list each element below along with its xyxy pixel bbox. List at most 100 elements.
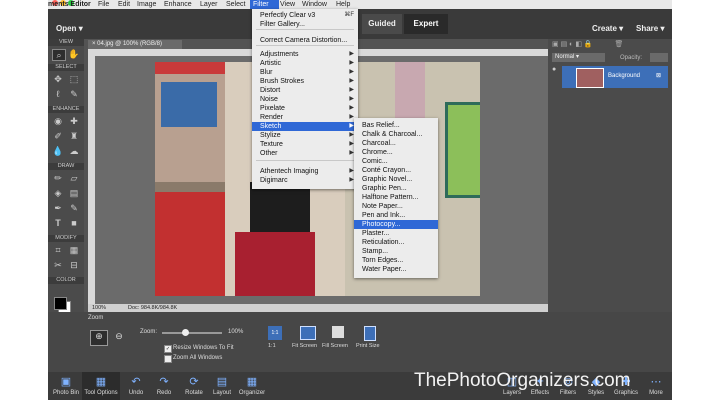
straighten-icon[interactable]: ⊟ <box>68 260 80 270</box>
sketch-menu-item[interactable]: Pen and Ink... <box>354 211 438 220</box>
filter-menu-item[interactable]: Brush Strokes ▶ <box>252 77 358 86</box>
lasso-icon[interactable]: ℓ <box>52 89 64 99</box>
filter-menu-item[interactable]: Noise ▶ <box>252 95 358 104</box>
filter-menu-item[interactable]: Digimarc ▶ <box>252 176 358 185</box>
menu-file[interactable]: File <box>98 0 109 9</box>
menu-view[interactable]: View <box>280 0 295 9</box>
eraser-icon[interactable]: ▱ <box>68 173 80 183</box>
zoom-slider-handle[interactable] <box>182 329 189 336</box>
filter-menu-item[interactable]: Pixelate ▶ <box>252 104 358 113</box>
sketch-menu-item[interactable]: Comic... <box>354 157 438 166</box>
sketch-menu-item[interactable]: Graphic Novel... <box>354 175 438 184</box>
photo-bin-button[interactable]: ▣ Photo Bin <box>48 372 84 396</box>
eye-icon[interactable]: ◉ <box>52 116 64 126</box>
menu-layer[interactable]: Layer <box>200 0 218 9</box>
filter-menu-item[interactable]: Athentech Imaging ▶ <box>252 167 358 176</box>
menu-select[interactable]: Select <box>226 0 245 9</box>
more-button[interactable]: ⋯ More <box>638 372 672 396</box>
filter-menu-item[interactable]: Render ▶ <box>252 113 358 122</box>
shape-icon[interactable]: ■ <box>68 218 80 228</box>
create-button[interactable]: Create ▾ <box>592 24 623 33</box>
sketch-menu-item[interactable]: Bas Relief... <box>354 121 438 130</box>
print-size-icon[interactable] <box>364 326 376 341</box>
menu-enhance[interactable]: Enhance <box>164 0 192 9</box>
filter-menu-item[interactable]: Blur ▶ <box>252 68 358 77</box>
sketch-menu-item[interactable]: Graphic Pen... <box>354 184 438 193</box>
zoom-slider[interactable] <box>162 332 222 334</box>
spot-healing-icon[interactable]: ✚ <box>68 116 80 126</box>
sketch-menu-item[interactable]: Photocopy... <box>354 220 438 229</box>
filter-menu-item[interactable]: Texture ▶ <box>252 140 358 149</box>
filter-menu-item[interactable]: Correct Camera Distortion... <box>252 36 358 45</box>
document-tab[interactable]: × 04.jpg @ 100% (RGB/8) <box>88 40 182 49</box>
open-button[interactable]: Open ▾ <box>56 24 83 33</box>
menu-image[interactable]: Image <box>137 0 156 9</box>
paint-bucket-icon[interactable]: ◈ <box>52 188 64 198</box>
visibility-eye-icon[interactable]: ● <box>552 66 558 74</box>
sponge-icon[interactable]: ☁ <box>68 146 80 156</box>
filter-menu-item[interactable]: Adjustments ▶ <box>252 50 358 59</box>
menu-filter[interactable]: Filter <box>250 0 279 9</box>
opacity-field[interactable] <box>650 53 668 62</box>
fill-screen-icon[interactable] <box>332 326 344 338</box>
zoom-out-icon[interactable]: ⊖ <box>112 331 126 345</box>
organizer-button[interactable]: ▦ Organizer <box>234 372 270 396</box>
filter-menu-item[interactable]: Artistic ▶ <box>252 59 358 68</box>
foreground-color-swatch[interactable] <box>54 297 67 310</box>
tab-expert[interactable]: Expert <box>404 14 448 34</box>
resize-windows-checkbox[interactable]: ✓ <box>164 345 172 353</box>
filter-menu-item[interactable]: Stylize ▶ <box>252 131 358 140</box>
marquee-icon[interactable]: ⬚ <box>68 74 80 84</box>
brush-icon[interactable]: ✏ <box>52 173 64 183</box>
filter-menu-item[interactable]: Filter Gallery... <box>252 20 358 29</box>
share-button[interactable]: Share ▾ <box>636 24 664 33</box>
sketch-menu-item[interactable]: Torn Edges... <box>354 256 438 265</box>
blur-icon[interactable]: 💧 <box>52 146 64 156</box>
quick-selection-icon[interactable]: ✎ <box>68 89 80 99</box>
sketch-menu-item[interactable]: Halftone Pattern... <box>354 193 438 202</box>
one-to-one-button[interactable]: 1:1 <box>268 343 276 349</box>
lock-icon[interactable]: 🔒 <box>584 41 595 48</box>
zoom-in-icon[interactable]: ⊕ <box>90 330 108 346</box>
sketch-menu-item[interactable]: Charcoal... <box>354 139 438 148</box>
pencil-icon[interactable]: ✎ <box>68 203 80 213</box>
fit-screen-button[interactable]: Fit Screen <box>292 343 317 349</box>
eyedropper-icon[interactable]: ✒ <box>52 203 64 213</box>
hand-icon[interactable]: ✋ <box>68 49 80 59</box>
sketch-menu-item[interactable]: Stamp... <box>354 247 438 256</box>
menu-edit[interactable]: Edit <box>118 0 130 9</box>
filter-menu-item[interactable]: Sketch ▶ <box>252 122 358 131</box>
crop-icon[interactable]: ⌗ <box>52 245 64 255</box>
sketch-menu-item[interactable]: Reticulation... <box>354 238 438 247</box>
mask-icon[interactable]: ◧ <box>575 41 584 48</box>
new-group-icon[interactable]: ▤ <box>561 41 570 48</box>
blend-mode-select[interactable]: Normal ▾ <box>552 53 605 62</box>
fill-screen-button[interactable]: Fill Screen <box>322 343 348 349</box>
menu-window[interactable]: Window <box>302 0 327 9</box>
one-to-one-icon[interactable]: 1:1 <box>268 326 282 340</box>
gradient-icon[interactable]: ▤ <box>68 188 80 198</box>
content-aware-move-icon[interactable]: ✂ <box>52 260 64 270</box>
new-layer-icon[interactable]: ▣ <box>552 41 561 48</box>
zoom-all-checkbox[interactable] <box>164 355 172 363</box>
filter-menu-item[interactable]: Distort ▶ <box>252 86 358 95</box>
text-icon[interactable]: T <box>52 218 64 228</box>
zoom-icon[interactable]: ⌕ <box>52 49 66 61</box>
fit-screen-icon[interactable] <box>300 326 316 340</box>
sketch-menu-item[interactable]: Chrome... <box>354 148 438 157</box>
trash-icon[interactable]: 🗑 <box>615 41 624 48</box>
tool-options-button[interactable]: ▦ Tool Options <box>82 372 120 400</box>
filter-menu-item[interactable]: Perfectly Clear v3 ⌘F <box>252 11 358 20</box>
layer-row-background[interactable]: Background ⊠ <box>562 66 668 88</box>
menu-help[interactable]: Help <box>336 0 350 9</box>
sketch-menu-item[interactable]: Chalk & Charcoal... <box>354 130 438 139</box>
print-size-button[interactable]: Print Size <box>356 343 380 349</box>
sketch-menu-item[interactable]: Conté Crayon... <box>354 166 438 175</box>
brush-smart-fix-icon[interactable]: ✐ <box>52 131 64 141</box>
sketch-menu-item[interactable]: Note Paper... <box>354 202 438 211</box>
sketch-menu-item[interactable]: Plaster... <box>354 229 438 238</box>
clone-stamp-icon[interactable]: ♜ <box>68 131 80 141</box>
move-icon[interactable]: ✥ <box>52 74 64 84</box>
sketch-menu-item[interactable]: Water Paper... <box>354 265 438 274</box>
filter-menu-item[interactable]: Other ▶ <box>252 149 358 158</box>
